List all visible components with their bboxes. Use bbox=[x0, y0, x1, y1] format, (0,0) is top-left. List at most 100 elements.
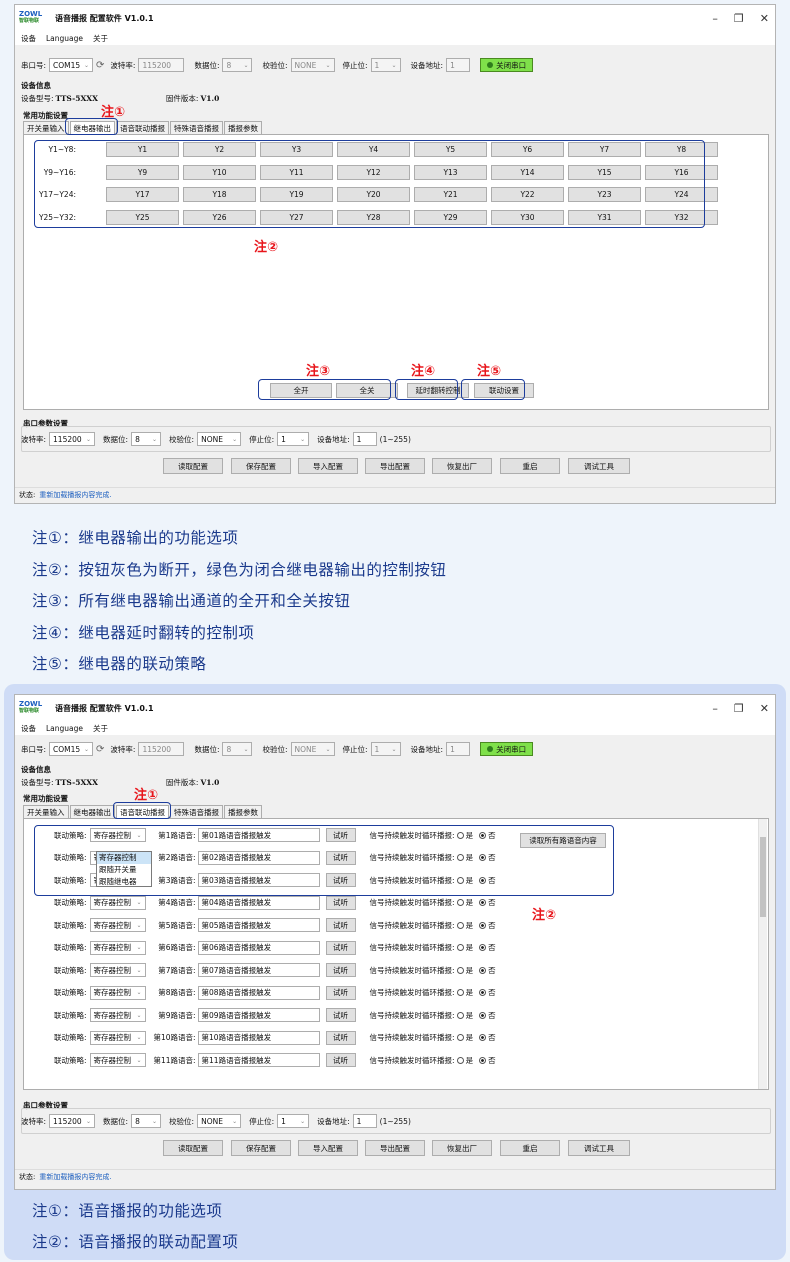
strategy-select[interactable]: 寄存器控制⌄ bbox=[89, 1053, 146, 1067]
loop-no-radio[interactable] bbox=[479, 944, 487, 951]
action-button[interactable]: 恢复出厂 bbox=[432, 458, 492, 474]
tab-voice-linkage[interactable]: 语音联动播报 bbox=[116, 121, 169, 134]
stopbits-select[interactable]: 1 ⌄ bbox=[370, 742, 401, 756]
loop-yes-radio[interactable] bbox=[456, 966, 464, 974]
action-button[interactable]: 保存配置 bbox=[231, 1140, 291, 1156]
voice-text-input[interactable]: 第06路语音播报触发 bbox=[197, 940, 320, 955]
loop-yes-radio[interactable] bbox=[456, 1034, 464, 1041]
tab-switch-input[interactable]: 开关量输入 bbox=[23, 121, 69, 134]
action-button[interactable]: 恢复出厂 bbox=[432, 1140, 492, 1156]
databits-select[interactable]: 8 ⌄ bbox=[222, 742, 253, 756]
strategy-select[interactable]: 寄存器控制⌄ bbox=[89, 1008, 146, 1022]
tab-switch-input[interactable]: 开关量输入 bbox=[23, 805, 69, 818]
baud-select[interactable]: 115200 bbox=[138, 58, 185, 72]
voice-text-input[interactable]: 第09路语音播报触发 bbox=[197, 1008, 320, 1022]
strategy-select[interactable]: 寄存器控制⌄ bbox=[89, 1030, 146, 1045]
stopbits-select[interactable]: 1 ⌄ bbox=[370, 58, 401, 72]
maximize-icon[interactable]: ❐ bbox=[734, 702, 744, 715]
voice-text-input[interactable]: 第04路语音播报触发 bbox=[197, 895, 320, 910]
loop-yes-radio[interactable] bbox=[456, 899, 464, 906]
listen-button[interactable]: 试听 bbox=[325, 985, 356, 1000]
close-icon[interactable]: ✕ bbox=[760, 702, 769, 715]
baud-select[interactable]: 115200 bbox=[138, 742, 185, 756]
scrollbar-thumb[interactable] bbox=[760, 837, 766, 917]
sp-stopbits-select[interactable]: 1 ⌄ bbox=[277, 432, 310, 446]
listen-button[interactable]: 试听 bbox=[325, 963, 356, 977]
listen-button[interactable]: 试听 bbox=[325, 918, 356, 932]
addr-input[interactable]: 1 bbox=[446, 742, 471, 756]
maximize-icon[interactable]: ❐ bbox=[734, 12, 744, 25]
refresh-icon[interactable]: ⟳ bbox=[96, 744, 104, 755]
voice-text-input[interactable]: 第08路语音播报触发 bbox=[197, 985, 320, 1000]
refresh-icon[interactable]: ⟳ bbox=[96, 60, 104, 71]
menu-language[interactable]: Language bbox=[46, 724, 83, 733]
loop-yes-radio[interactable] bbox=[456, 989, 464, 996]
sp-stopbits-select[interactable]: 1 ⌄ bbox=[277, 1114, 310, 1128]
sp-databits-select[interactable]: 8 ⌄ bbox=[131, 432, 162, 446]
listen-button[interactable]: 试听 bbox=[325, 895, 356, 910]
voice-text-input[interactable]: 第05路语音播报触发 bbox=[197, 918, 320, 932]
loop-yes-radio[interactable] bbox=[456, 1011, 464, 1019]
sp-databits-select[interactable]: 8 ⌄ bbox=[131, 1114, 162, 1128]
tab-relay-output[interactable]: 继电器输出 bbox=[69, 805, 115, 818]
listen-button[interactable]: 试听 bbox=[325, 1008, 356, 1022]
strategy-select[interactable]: 寄存器控制⌄ bbox=[89, 940, 146, 955]
sp-parity-select[interactable]: NONE ⌄ bbox=[197, 432, 242, 446]
close-port-button[interactable]: 关闭串口 bbox=[480, 742, 534, 756]
action-button[interactable]: 重启 bbox=[500, 1140, 560, 1156]
minimize-icon[interactable]: – bbox=[712, 12, 718, 25]
sp-baud-select[interactable]: 115200 ⌄ bbox=[49, 432, 96, 446]
port-select[interactable]: COM15 ⌄ bbox=[49, 742, 94, 756]
action-button[interactable]: 导出配置 bbox=[365, 458, 425, 474]
sp-baud-select[interactable]: 115200 ⌄ bbox=[49, 1114, 96, 1128]
listen-button[interactable]: 试听 bbox=[325, 940, 356, 955]
action-button[interactable]: 调试工具 bbox=[568, 458, 630, 474]
sp-addr-input[interactable]: 1 bbox=[352, 1114, 377, 1128]
action-button[interactable]: 导出配置 bbox=[365, 1140, 425, 1156]
tab-special-voice[interactable]: 特殊语音播报 bbox=[170, 805, 223, 818]
loop-no-radio[interactable] bbox=[479, 1034, 487, 1041]
close-icon[interactable]: ✕ bbox=[760, 12, 769, 25]
sp-addr-input[interactable]: 1 bbox=[352, 432, 377, 446]
loop-no-radio[interactable] bbox=[479, 899, 487, 906]
action-button[interactable]: 导入配置 bbox=[298, 458, 358, 474]
voice-text-input[interactable]: 第07路语音播报触发 bbox=[197, 963, 320, 977]
action-button[interactable]: 保存配置 bbox=[231, 458, 291, 474]
menu-device[interactable]: 设备 bbox=[21, 723, 36, 734]
menu-device[interactable]: 设备 bbox=[21, 33, 36, 44]
tab-broadcast-params[interactable]: 播报参数 bbox=[224, 805, 262, 818]
close-port-button[interactable]: 关闭串口 bbox=[480, 58, 534, 72]
loop-yes-radio[interactable] bbox=[456, 921, 464, 929]
voice-text-input[interactable]: 第10路语音播报触发 bbox=[197, 1030, 320, 1045]
minimize-icon[interactable]: – bbox=[712, 702, 718, 715]
menu-about[interactable]: 关于 bbox=[93, 723, 108, 734]
loop-no-radio[interactable] bbox=[479, 966, 487, 974]
loop-no-radio[interactable] bbox=[479, 1056, 487, 1064]
strategy-select[interactable]: 寄存器控制⌄ bbox=[89, 918, 146, 932]
strategy-select[interactable]: 寄存器控制⌄ bbox=[89, 895, 146, 910]
parity-select[interactable]: NONE ⌄ bbox=[290, 742, 335, 756]
loop-yes-radio[interactable] bbox=[456, 1056, 464, 1064]
action-button[interactable]: 导入配置 bbox=[298, 1140, 358, 1156]
menu-language[interactable]: Language bbox=[46, 34, 83, 43]
voice-text-input[interactable]: 第11路语音播报触发 bbox=[197, 1053, 320, 1067]
action-button[interactable]: 读取配置 bbox=[163, 1140, 223, 1156]
listen-button[interactable]: 试听 bbox=[325, 1053, 356, 1067]
sp-parity-select[interactable]: NONE ⌄ bbox=[197, 1114, 242, 1128]
loop-yes-radio[interactable] bbox=[456, 944, 464, 951]
databits-select[interactable]: 8 ⌄ bbox=[222, 58, 253, 72]
scrollbar[interactable] bbox=[758, 819, 767, 1089]
action-button[interactable]: 重启 bbox=[500, 458, 560, 474]
strategy-select[interactable]: 寄存器控制⌄ bbox=[89, 985, 146, 1000]
tab-broadcast-params[interactable]: 播报参数 bbox=[224, 121, 262, 134]
port-select[interactable]: COM15 ⌄ bbox=[49, 58, 94, 72]
loop-no-radio[interactable] bbox=[479, 1011, 487, 1019]
action-button[interactable]: 读取配置 bbox=[163, 458, 223, 474]
loop-no-radio[interactable] bbox=[479, 989, 487, 996]
loop-no-radio[interactable] bbox=[479, 921, 487, 929]
parity-select[interactable]: NONE ⌄ bbox=[290, 58, 335, 72]
strategy-select[interactable]: 寄存器控制⌄ bbox=[89, 963, 146, 977]
menu-about[interactable]: 关于 bbox=[93, 33, 108, 44]
listen-button[interactable]: 试听 bbox=[325, 1030, 356, 1045]
tab-special-voice[interactable]: 特殊语音播报 bbox=[170, 121, 223, 134]
